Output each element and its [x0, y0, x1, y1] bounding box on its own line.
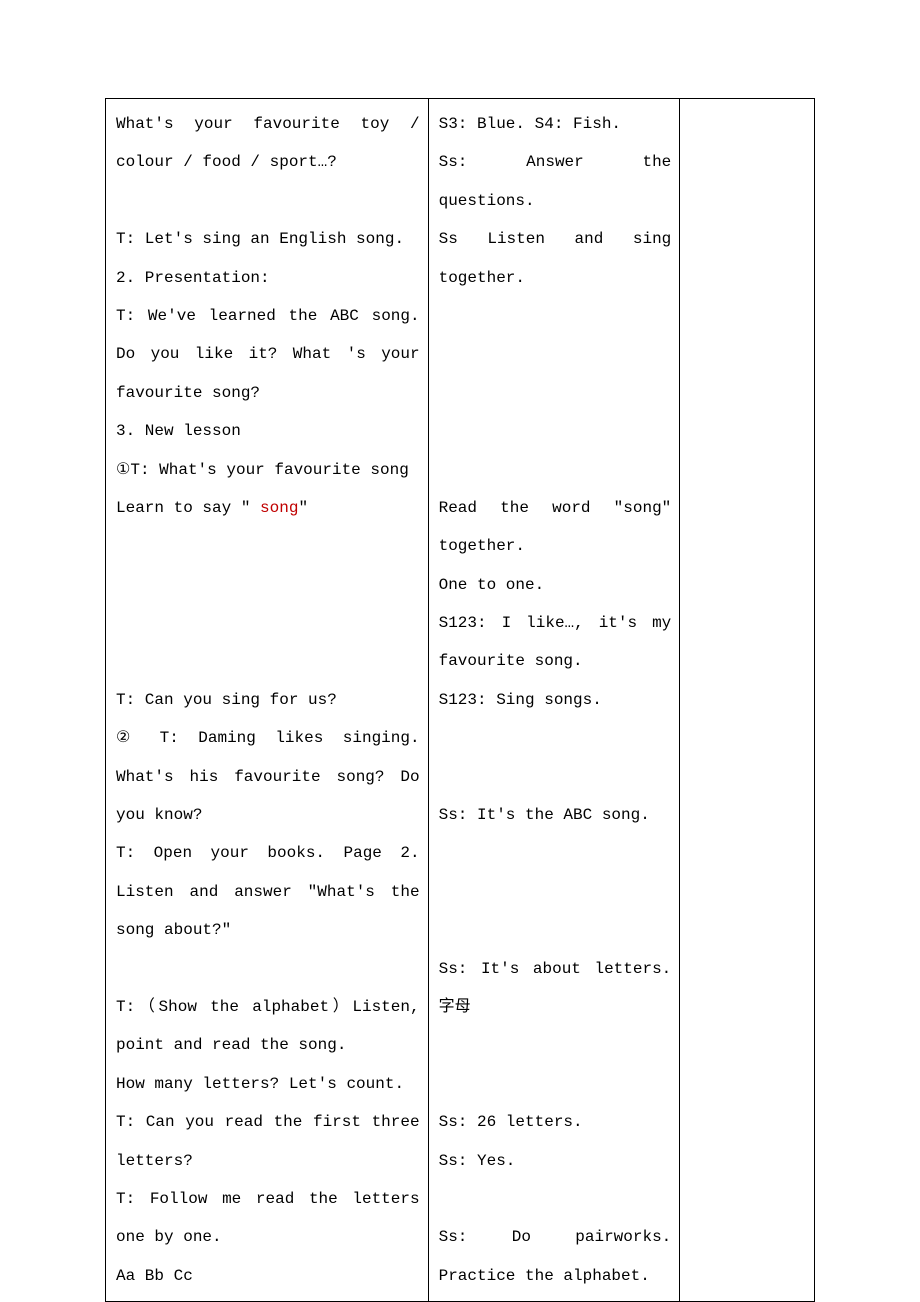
- table-row: What's your favourite toy / colour / foo…: [106, 99, 815, 1302]
- text-line: T: Can you read the first three letters?: [116, 1103, 420, 1180]
- text-line: ①T: What's your favourite song: [116, 451, 420, 489]
- text-line: [439, 1026, 672, 1064]
- text-line: [116, 182, 420, 220]
- text-line: [116, 950, 420, 988]
- text-line: S123: I like…, it's my favourite song.: [439, 604, 672, 681]
- text-line: [439, 297, 672, 335]
- text-line: [116, 566, 420, 604]
- highlight-word: song: [260, 499, 298, 517]
- text-line: T: Can you sing for us?: [116, 681, 420, 719]
- text-line: S3: Blue. S4: Fish.: [439, 105, 672, 143]
- text-line: Aa Bb Cc: [116, 1257, 420, 1295]
- text-line: T: Let's sing an English song.: [116, 220, 420, 258]
- text-line: One to one.: [439, 566, 672, 604]
- text-fragment: Learn to say ": [116, 499, 260, 517]
- text-line: [439, 1065, 672, 1103]
- text-line: Ss: Answer the questions.: [439, 143, 672, 220]
- notes-cell: [680, 99, 815, 1302]
- text-line: T: We've learned the ABC song. Do you li…: [116, 297, 420, 412]
- text-line: What's your favourite toy / colour / foo…: [116, 105, 420, 182]
- text-line: T: Follow me read the letters one by one…: [116, 1180, 420, 1257]
- text-line: [439, 451, 672, 489]
- text-line: ② T: Daming likes singing. What's his fa…: [116, 719, 420, 834]
- text-line: T: Open your books. Page 2. Listen and a…: [116, 834, 420, 949]
- text-line: Ss: Yes.: [439, 1142, 672, 1180]
- text-line: [116, 527, 420, 565]
- text-line: [439, 374, 672, 412]
- text-line: [116, 604, 420, 642]
- teacher-activity-cell: What's your favourite toy / colour / foo…: [106, 99, 429, 1302]
- lesson-plan-table: What's your favourite toy / colour / foo…: [105, 98, 815, 1302]
- text-line: Ss: Do pairworks. Practice the alphabet.: [439, 1218, 672, 1295]
- text-line: [439, 1180, 672, 1218]
- text-line: [439, 758, 672, 796]
- text-line: T:（Show the alphabet）Listen, point and r…: [116, 988, 420, 1065]
- student-activity-cell: S3: Blue. S4: Fish. Ss: Answer the quest…: [428, 99, 680, 1302]
- text-line: Ss: 26 letters.: [439, 1103, 672, 1141]
- text-line: S123: Sing songs.: [439, 681, 672, 719]
- text-line: Read the word "song" together.: [439, 489, 672, 566]
- document-page: What's your favourite toy / colour / foo…: [0, 0, 920, 1302]
- text-line: [439, 873, 672, 911]
- text-line: Learn to say " song": [116, 489, 420, 527]
- text-line: 3. New lesson: [116, 412, 420, 450]
- text-line: [116, 642, 420, 680]
- text-line: [439, 911, 672, 949]
- text-line: [439, 834, 672, 872]
- text-line: Ss: It's the ABC song.: [439, 796, 672, 834]
- text-line: [439, 335, 672, 373]
- text-line: How many letters? Let's count.: [116, 1065, 420, 1103]
- text-line: Ss Listen and sing together.: [439, 220, 672, 297]
- text-line: [439, 719, 672, 757]
- text-fragment: ": [298, 499, 308, 517]
- text-line: [439, 412, 672, 450]
- text-line: 2. Presentation:: [116, 259, 420, 297]
- text-line: Ss: It's about letters. 字母: [439, 950, 672, 1027]
